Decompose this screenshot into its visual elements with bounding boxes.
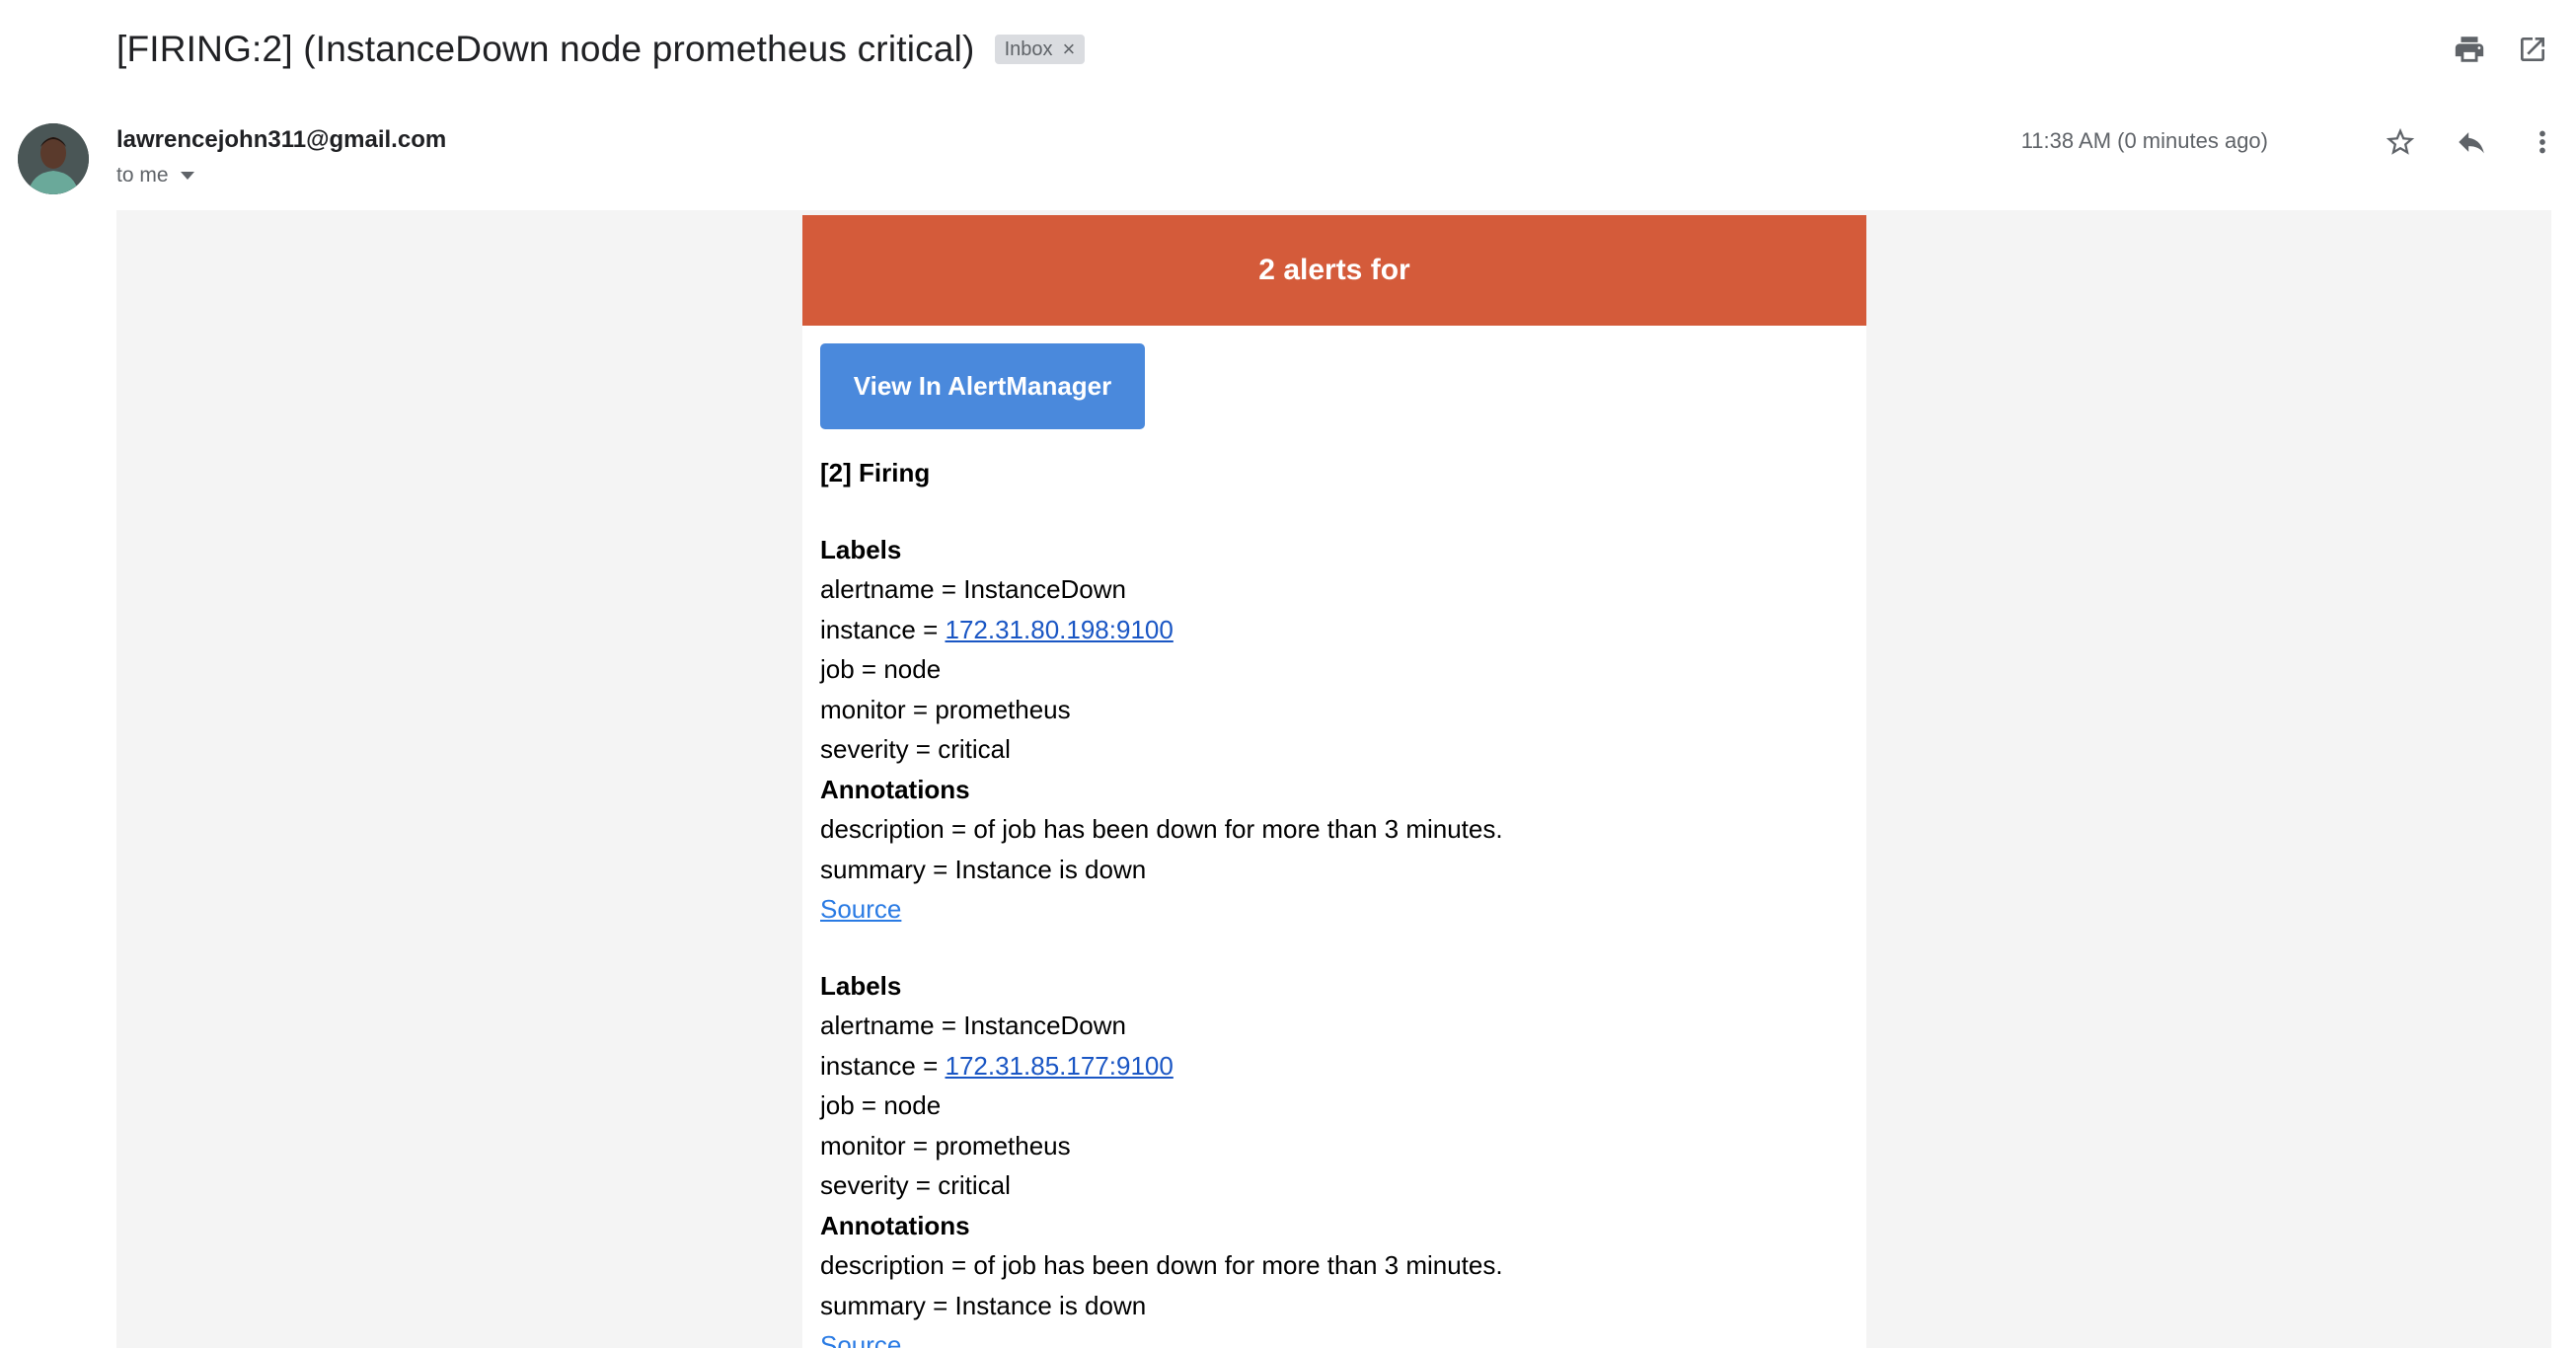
label-job: job = node bbox=[820, 654, 942, 684]
subject-row: [FIRING:2] (InstanceDown node prometheus… bbox=[116, 22, 1086, 77]
chevron-down-icon[interactable] bbox=[180, 172, 194, 180]
alert-card-body: View In AlertManager [2] Firing Labels a… bbox=[802, 326, 1866, 1348]
labels-heading: Labels bbox=[820, 970, 902, 1001]
recipient-line: to me bbox=[116, 164, 194, 187]
label-monitor: monitor = prometheus bbox=[820, 694, 1071, 724]
sender-email[interactable]: lawrencejohn311@gmail.com bbox=[116, 126, 446, 154]
instance-prefix: instance = bbox=[820, 1050, 946, 1081]
annotation-summary: summary = Instance is down bbox=[820, 854, 1147, 884]
email-body-canvas: 2 alerts for View In AlertManager [2] Fi… bbox=[116, 210, 2551, 1348]
inbox-label-text: Inbox bbox=[1004, 37, 1053, 60]
instance-link[interactable]: 172.31.80.198:9100 bbox=[945, 615, 1173, 644]
source-link[interactable]: Source bbox=[820, 1330, 901, 1348]
label-instance: instance = 172.31.85.177:9100 bbox=[820, 1046, 1849, 1086]
label-job: job = node bbox=[820, 1090, 942, 1120]
label-severity: severity = critical bbox=[820, 734, 1011, 764]
source-link[interactable]: Source bbox=[820, 894, 901, 924]
view-in-alertmanager-button[interactable]: View In AlertManager bbox=[820, 343, 1145, 429]
annotations-heading: Annotations bbox=[820, 774, 970, 804]
label-alertname: alertname = InstanceDown bbox=[820, 1011, 1127, 1040]
firing-heading: [2] Firing bbox=[820, 458, 931, 487]
labels-heading: Labels bbox=[820, 534, 902, 564]
annotation-description: description = of job has been down for m… bbox=[820, 814, 1503, 844]
label-monitor: monitor = prometheus bbox=[820, 1130, 1071, 1161]
alert-block: Labels alertname = InstanceDown instance… bbox=[820, 530, 1849, 930]
close-icon[interactable]: × bbox=[1063, 38, 1076, 60]
message-actions bbox=[2349, 120, 2576, 164]
email-timestamp: 11:38 AM (0 minutes ago) bbox=[2020, 128, 2268, 153]
star-icon[interactable] bbox=[2379, 120, 2422, 164]
reply-icon[interactable] bbox=[2450, 120, 2493, 164]
inbox-label-chip[interactable]: Inbox × bbox=[994, 35, 1086, 64]
label-severity: severity = critical bbox=[820, 1170, 1011, 1200]
instance-link[interactable]: 172.31.85.177:9100 bbox=[945, 1051, 1173, 1081]
alert-block: Labels alertname = InstanceDown instance… bbox=[820, 966, 1849, 1348]
thread-actions bbox=[2438, 28, 2576, 71]
sender-avatar[interactable] bbox=[18, 123, 89, 194]
print-icon[interactable] bbox=[2448, 28, 2491, 71]
alert-banner: 2 alerts for bbox=[802, 215, 1866, 326]
email-subject: [FIRING:2] (InstanceDown node prometheus… bbox=[116, 29, 975, 69]
recipient-text: to me bbox=[116, 164, 169, 187]
more-vert-icon[interactable] bbox=[2521, 120, 2564, 164]
annotation-description: description = of job has been down for m… bbox=[820, 1250, 1503, 1280]
banner-text: 2 alerts for bbox=[1258, 254, 1410, 286]
annotations-heading: Annotations bbox=[820, 1210, 970, 1240]
alert-card: 2 alerts for View In AlertManager [2] Fi… bbox=[802, 215, 1866, 1348]
annotation-summary: summary = Instance is down bbox=[820, 1290, 1147, 1320]
view-in-alertmanager-label: View In AlertManager bbox=[853, 371, 1112, 402]
open-in-new-icon[interactable] bbox=[2511, 28, 2554, 71]
label-instance: instance = 172.31.80.198:9100 bbox=[820, 610, 1849, 650]
instance-prefix: instance = bbox=[820, 614, 946, 644]
label-alertname: alertname = InstanceDown bbox=[820, 574, 1127, 604]
